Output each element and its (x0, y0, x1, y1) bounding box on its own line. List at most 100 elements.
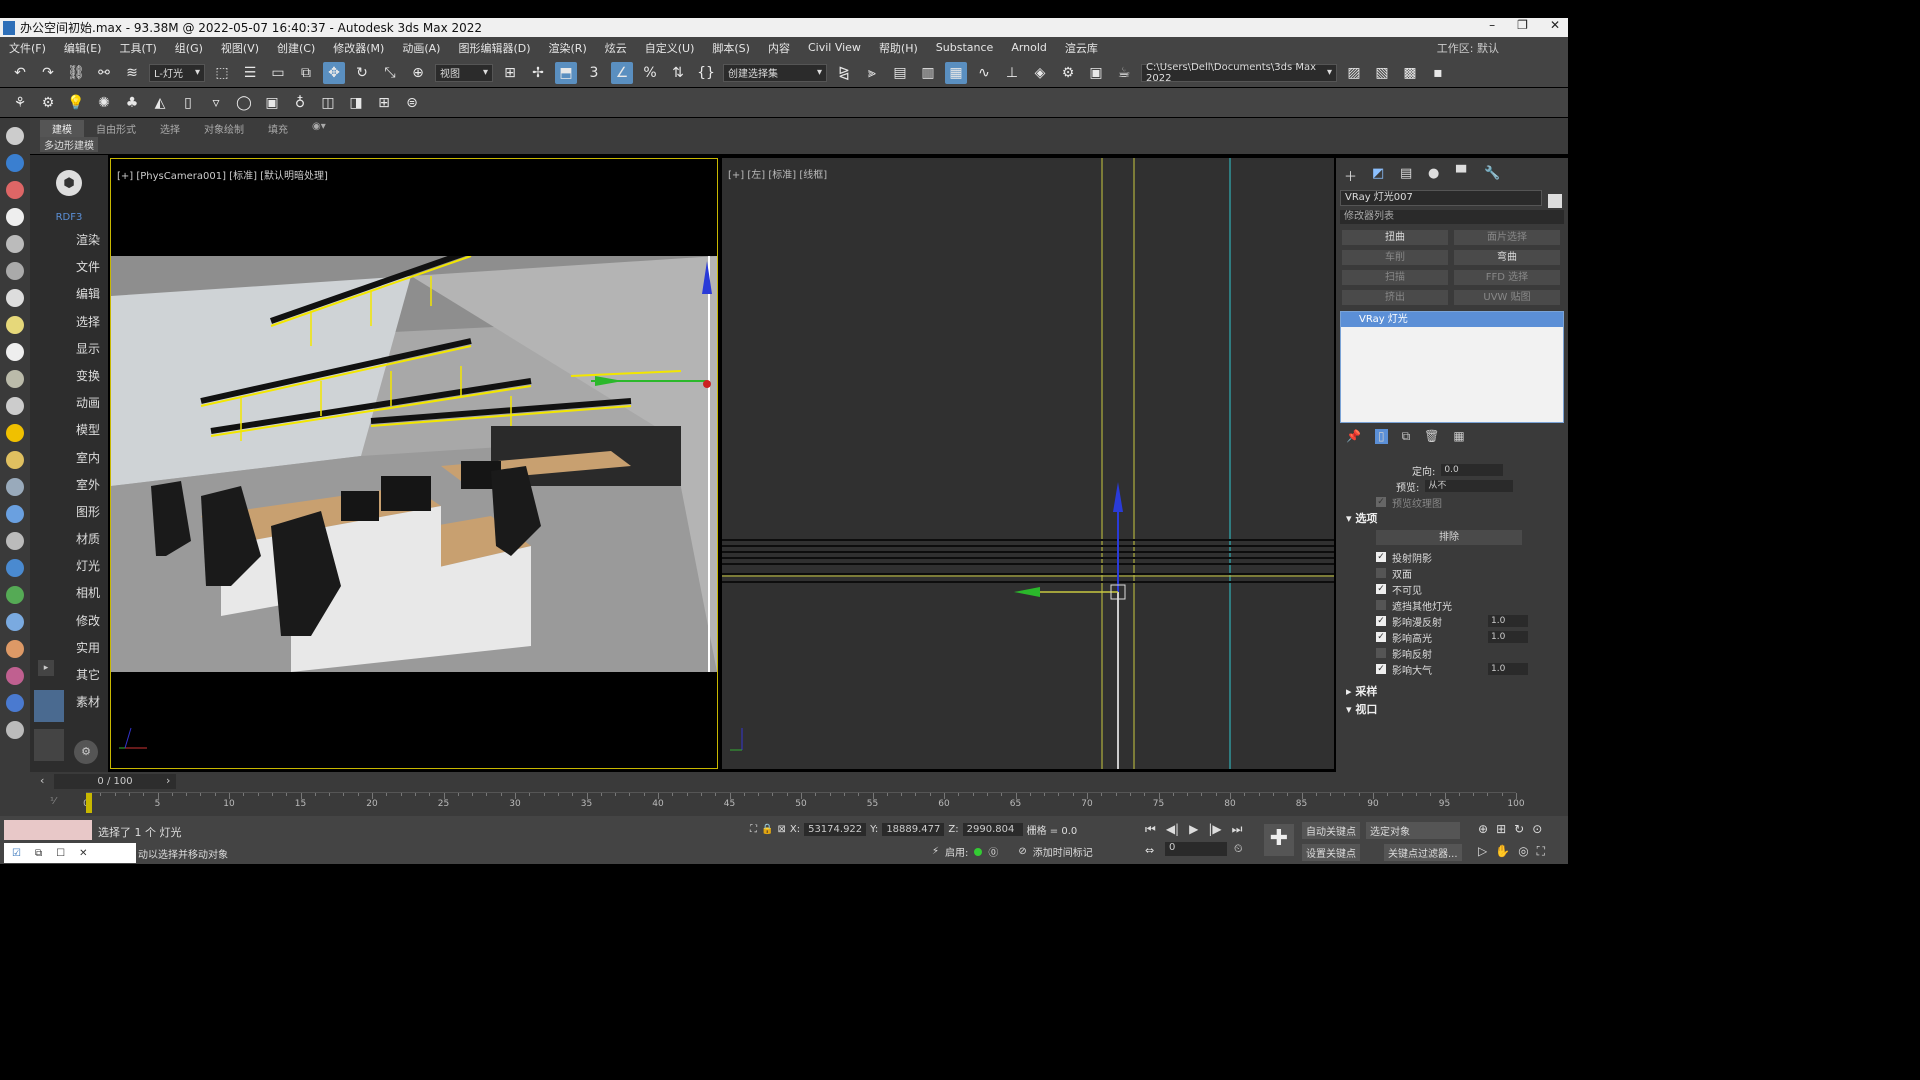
go-to-end-icon[interactable]: ⏭ (1232, 822, 1243, 837)
affect-diffuse-checkbox[interactable]: ✓ (1376, 616, 1386, 626)
scene-explorer-icon[interactable]: ▦ (945, 61, 967, 84)
menu-rendering[interactable]: 渲染(R) (540, 40, 596, 56)
menu-edit[interactable]: 编辑(E) (55, 40, 111, 56)
time-tag-icon[interactable]: ⊘ (1018, 846, 1026, 857)
mod-button-lathe[interactable]: 车削 (1342, 250, 1448, 265)
mirror-icon[interactable]: ⧎ (833, 62, 855, 84)
snaps-toggle-icon[interactable]: 3 (583, 62, 605, 84)
menu-civil-view[interactable]: Civil View (799, 41, 870, 54)
selection-filter-dropdown[interactable]: L-灯光 ▾ (149, 63, 205, 82)
set-key-button[interactable]: 设置关键点 (1302, 844, 1360, 861)
tab-modeling[interactable]: 建模 (40, 120, 84, 137)
time-config-icon[interactable]: ⏲ (1234, 842, 1243, 856)
blue-tool-icon[interactable] (6, 154, 24, 172)
object-color-swatch[interactable] (1548, 194, 1562, 208)
layout-quad-icon[interactable] (34, 729, 64, 761)
menu-create[interactable]: 创建(C) (268, 40, 324, 56)
show-end-result-icon[interactable]: ▯ (1374, 429, 1388, 444)
panel-item-render[interactable]: 渲染 (30, 227, 108, 254)
tree-tool-icon[interactable]: ♣ (121, 92, 143, 114)
panel-item-shape[interactable]: 图形 (30, 499, 108, 526)
panel-item-light[interactable]: 灯光 (30, 553, 108, 580)
affect-diffuse-spinner[interactable]: 1.0 (1488, 615, 1528, 627)
viewport-rollout-header[interactable]: ▾ 视口 (1336, 701, 1568, 719)
bind-space-warp-icon[interactable]: ≋ (121, 62, 143, 84)
select-by-name-icon[interactable]: ☰ (239, 62, 261, 84)
current-frame-field[interactable]: 0 (1165, 842, 1227, 856)
mirror-tool-icon[interactable]: ◭ (149, 92, 171, 114)
named-selection-dropdown[interactable]: 创建选择集 ▾ (723, 63, 827, 82)
time-slider-prev-icon[interactable]: ‹ (40, 774, 44, 787)
mod-button-sweep[interactable]: 扫描 (1342, 270, 1448, 285)
mod-button-patch-select[interactable]: 面片选择 (1454, 230, 1560, 245)
box-icon[interactable] (6, 235, 24, 253)
menu-substance[interactable]: Substance (927, 41, 1003, 54)
double-sided-checkbox[interactable] (1376, 568, 1386, 578)
panel-item-material[interactable]: 材质 (30, 526, 108, 553)
bucket-tool-icon[interactable]: ▿ (205, 92, 227, 114)
teapot-tool-icon[interactable]: ⊜ (401, 92, 423, 114)
monitor-tool-icon[interactable]: ▣ (261, 92, 283, 114)
window-close-icon[interactable]: ✕ (79, 848, 87, 859)
align-icon[interactable]: ⫸ (861, 62, 883, 84)
spline-icon[interactable] (6, 262, 24, 280)
project-settings-icon[interactable]: ▪ (1427, 62, 1449, 84)
percent-snap-icon[interactable]: % (639, 62, 661, 84)
panel-item-interior[interactable]: 室内 (30, 445, 108, 472)
menu-help[interactable]: 帮助(H) (870, 40, 927, 56)
lock-selection-icon[interactable]: 🔒 (761, 824, 773, 835)
viewport-camera[interactable]: [+] [PhysCamera001] [标准] [默认明暗处理] (110, 158, 718, 769)
menu-content[interactable]: 内容 (759, 40, 799, 56)
sun-icon[interactable] (6, 424, 24, 442)
y-coordinate-field[interactable]: 18889.477 (882, 823, 945, 836)
frame2-tool-icon[interactable]: ◨ (345, 92, 367, 114)
select-object-icon[interactable]: ⬚ (211, 62, 233, 84)
panel-item-file[interactable]: 文件 (30, 254, 108, 281)
palette-icon[interactable] (6, 640, 24, 658)
panel-item-select[interactable]: 选择 (30, 309, 108, 336)
angle-snap-icon[interactable]: ∠ (611, 61, 633, 84)
degradation-icon[interactable]: ⚡ (932, 846, 939, 857)
layer-explorer-icon[interactable]: ▤ (889, 62, 911, 84)
current-frame-marker[interactable] (86, 793, 92, 813)
toggle-ribbon-icon[interactable]: ▥ (917, 62, 939, 84)
set-key-icon[interactable]: ✚ (1264, 824, 1294, 856)
orbit-sub-icon[interactable]: ◎ (1518, 844, 1528, 859)
mod-button-uvw-map[interactable]: UVW 贴图 (1454, 290, 1560, 305)
sun-tool-icon[interactable]: ✺ (93, 92, 115, 114)
select-rotate-icon[interactable]: ↻ (351, 62, 373, 84)
ribbon-subpanel[interactable]: 多边形建模 (40, 137, 98, 152)
menu-file[interactable]: 文件(F) (0, 40, 55, 56)
selected-object-dropdown[interactable]: 选定对象 (1366, 822, 1460, 839)
blue-sphere-icon[interactable] (6, 505, 24, 523)
render-icon[interactable] (6, 694, 24, 712)
window-max-icon[interactable]: ☐ (56, 848, 65, 859)
window-crossing-icon[interactable]: ⧉ (295, 62, 317, 84)
bulb-tool-icon[interactable]: ♁ (289, 92, 311, 114)
track-bar-toggle-icon[interactable]: ⅟ (50, 796, 56, 807)
curve-editor-icon[interactable]: ∿ (973, 62, 995, 84)
direction-spinner[interactable]: 0.0 (1441, 464, 1504, 476)
auto-key-button[interactable]: 自动关键点 (1302, 822, 1360, 839)
pan-icon[interactable]: ✋ (1495, 844, 1510, 859)
panel-item-display[interactable]: 显示 (30, 336, 108, 363)
material-icon[interactable] (6, 667, 24, 685)
exclude-button[interactable]: 排除 (1376, 530, 1522, 545)
minimize-icon[interactable]: – (1489, 18, 1495, 32)
sphere-icon[interactable] (6, 316, 24, 334)
create-tab-icon[interactable]: ＋ (1344, 166, 1360, 185)
remove-modifier-icon[interactable]: 🗑 (1424, 429, 1439, 444)
isolate-icon[interactable]: ⛶ (750, 824, 757, 835)
mod-button-extrude[interactable]: 挤出 (1342, 290, 1448, 305)
edit-named-selection-icon[interactable]: {} (695, 62, 717, 84)
frame-tool-icon[interactable]: ◫ (317, 92, 339, 114)
panel-icon[interactable] (6, 289, 24, 307)
select-scale-icon[interactable]: ⤡ (379, 62, 401, 84)
menu-group[interactable]: 组(G) (166, 40, 212, 56)
place-icon[interactable]: ⊕ (407, 62, 429, 84)
panel-item-utility[interactable]: 实用 (30, 635, 108, 662)
book-tool-icon[interactable]: ▯ (177, 92, 199, 114)
tab-object-paint[interactable]: 对象绘制 (192, 120, 256, 137)
redo-icon[interactable]: ↷ (37, 62, 59, 84)
panel-item-exterior[interactable]: 室外 (30, 472, 108, 499)
